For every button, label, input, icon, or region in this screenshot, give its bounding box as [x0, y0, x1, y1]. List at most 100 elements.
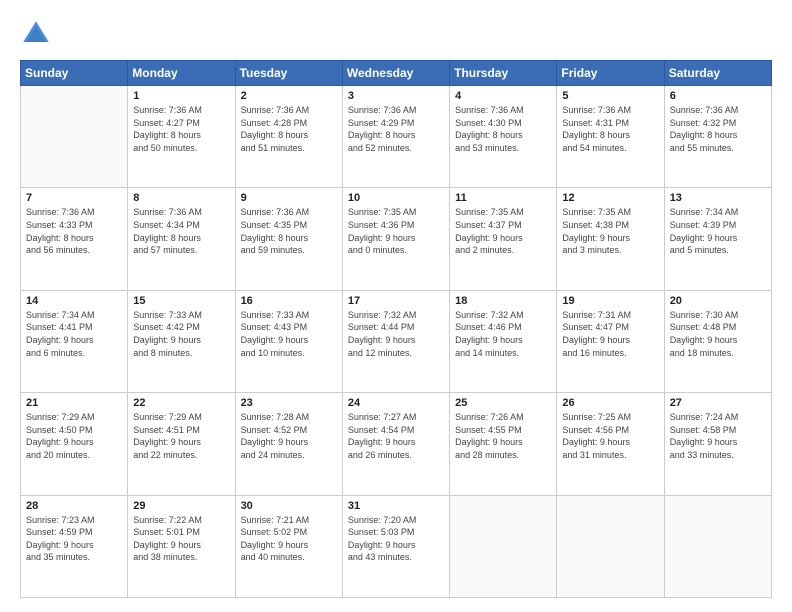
day-number: 11 — [455, 192, 551, 204]
day-info: Sunrise: 7:34 AM Sunset: 4:39 PM Dayligh… — [670, 206, 766, 256]
day-number: 22 — [133, 397, 229, 409]
day-info: Sunrise: 7:23 AM Sunset: 4:59 PM Dayligh… — [26, 514, 122, 564]
day-info: Sunrise: 7:35 AM Sunset: 4:37 PM Dayligh… — [455, 206, 551, 256]
col-header-sunday: Sunday — [21, 61, 128, 86]
day-number: 5 — [562, 90, 658, 102]
calendar-cell: 2Sunrise: 7:36 AM Sunset: 4:28 PM Daylig… — [235, 86, 342, 188]
day-number: 4 — [455, 90, 551, 102]
day-info: Sunrise: 7:21 AM Sunset: 5:02 PM Dayligh… — [241, 514, 337, 564]
day-number: 23 — [241, 397, 337, 409]
day-number: 15 — [133, 295, 229, 307]
calendar-cell: 4 Sunrise: 7:36 AM Sunset: 4:30 PM Daylig… — [450, 86, 557, 188]
calendar-cell: 17 Sunrise: 7:32 AM Sunset: 4:44 PM Dayli… — [342, 290, 449, 392]
day-number: 17 — [348, 295, 444, 307]
calendar-cell: 10 Sunrise: 7:35 AM Sunset: 4:36 PM Dayli… — [342, 188, 449, 290]
day-number: 13 — [670, 192, 766, 204]
calendar-cell: 22Sunrise: 7:29 AM Sunset: 4:51 PM Dayli… — [128, 393, 235, 495]
calendar-cell: 1 Sunrise: 7:36 AM Sunset: 4:27 PM Daylig… — [128, 86, 235, 188]
calendar-cell — [450, 495, 557, 597]
day-number: 10 — [348, 192, 444, 204]
day-number: 30 — [241, 500, 337, 512]
day-number: 18 — [455, 295, 551, 307]
day-info: Sunrise: 7:22 AM Sunset: 5:01 PM Dayligh… — [133, 514, 229, 564]
calendar-cell: 18 Sunrise: 7:32 AM Sunset: 4:46 PM Dayli… — [450, 290, 557, 392]
day-info: Sunrise: 7:33 AM Sunset: 4:43 PM Dayligh… — [241, 309, 337, 359]
calendar-cell: 12Sunrise: 7:35 AM Sunset: 4:38 PM Dayli… — [557, 188, 664, 290]
calendar-cell: 7 Sunrise: 7:36 AM Sunset: 4:33 PM Daylig… — [21, 188, 128, 290]
day-number: 14 — [26, 295, 122, 307]
day-info: Sunrise: 7:28 AM Sunset: 4:52 PM Dayligh… — [241, 411, 337, 461]
week-row-1: 7 Sunrise: 7:36 AM Sunset: 4:33 PM Daylig… — [21, 188, 772, 290]
calendar-cell: 8 Sunrise: 7:36 AM Sunset: 4:34 PM Daylig… — [128, 188, 235, 290]
day-info: Sunrise: 7:26 AM Sunset: 4:55 PM Dayligh… — [455, 411, 551, 461]
col-header-friday: Friday — [557, 61, 664, 86]
day-info: Sunrise: 7:29 AM Sunset: 4:50 PM Dayligh… — [26, 411, 122, 461]
day-number: 6 — [670, 90, 766, 102]
calendar-cell: 11 Sunrise: 7:35 AM Sunset: 4:37 PM Dayli… — [450, 188, 557, 290]
calendar-cell: 30 Sunrise: 7:21 AM Sunset: 5:02 PM Dayli… — [235, 495, 342, 597]
calendar-cell: 3Sunrise: 7:36 AM Sunset: 4:29 PM Daylig… — [342, 86, 449, 188]
day-info: Sunrise: 7:36 AM Sunset: 4:33 PM Dayligh… — [26, 206, 122, 256]
calendar-cell: 25Sunrise: 7:26 AM Sunset: 4:55 PM Dayli… — [450, 393, 557, 495]
week-row-4: 28 Sunrise: 7:23 AM Sunset: 4:59 PM Dayli… — [21, 495, 772, 597]
day-number: 8 — [133, 192, 229, 204]
day-number: 28 — [26, 500, 122, 512]
day-number: 3 — [348, 90, 444, 102]
week-row-3: 21 Sunrise: 7:29 AM Sunset: 4:50 PM Dayli… — [21, 393, 772, 495]
day-info: Sunrise: 7:36 AM Sunset: 4:35 PM Dayligh… — [241, 206, 337, 256]
calendar-cell: 21 Sunrise: 7:29 AM Sunset: 4:50 PM Dayli… — [21, 393, 128, 495]
day-info: Sunrise: 7:35 AM Sunset: 4:36 PM Dayligh… — [348, 206, 444, 256]
week-row-2: 14Sunrise: 7:34 AM Sunset: 4:41 PM Dayli… — [21, 290, 772, 392]
calendar-cell — [557, 495, 664, 597]
day-number: 19 — [562, 295, 658, 307]
page: SundayMondayTuesdayWednesdayThursdayFrid… — [0, 0, 792, 612]
day-info: Sunrise: 7:36 AM Sunset: 4:30 PM Dayligh… — [455, 104, 551, 154]
calendar-cell: 26 Sunrise: 7:25 AM Sunset: 4:56 PM Dayli… — [557, 393, 664, 495]
day-number: 26 — [562, 397, 658, 409]
header — [20, 18, 772, 50]
day-info: Sunrise: 7:36 AM Sunset: 4:32 PM Dayligh… — [670, 104, 766, 154]
day-info: Sunrise: 7:32 AM Sunset: 4:46 PM Dayligh… — [455, 309, 551, 359]
day-info: Sunrise: 7:35 AM Sunset: 4:38 PM Dayligh… — [562, 206, 658, 256]
calendar-cell: 27Sunrise: 7:24 AM Sunset: 4:58 PM Dayli… — [664, 393, 771, 495]
day-number: 24 — [348, 397, 444, 409]
calendar-cell: 20 Sunrise: 7:30 AM Sunset: 4:48 PM Dayli… — [664, 290, 771, 392]
day-info: Sunrise: 7:31 AM Sunset: 4:47 PM Dayligh… — [562, 309, 658, 359]
day-number: 9 — [241, 192, 337, 204]
day-info: Sunrise: 7:36 AM Sunset: 4:31 PM Dayligh… — [562, 104, 658, 154]
day-info: Sunrise: 7:20 AM Sunset: 5:03 PM Dayligh… — [348, 514, 444, 564]
calendar-table: SundayMondayTuesdayWednesdayThursdayFrid… — [20, 60, 772, 598]
col-header-tuesday: Tuesday — [235, 61, 342, 86]
col-header-thursday: Thursday — [450, 61, 557, 86]
day-info: Sunrise: 7:32 AM Sunset: 4:44 PM Dayligh… — [348, 309, 444, 359]
calendar-cell: 6 Sunrise: 7:36 AM Sunset: 4:32 PM Daylig… — [664, 86, 771, 188]
day-info: Sunrise: 7:36 AM Sunset: 4:34 PM Dayligh… — [133, 206, 229, 256]
day-info: Sunrise: 7:36 AM Sunset: 4:27 PM Dayligh… — [133, 104, 229, 154]
calendar-cell: 5 Sunrise: 7:36 AM Sunset: 4:31 PM Daylig… — [557, 86, 664, 188]
day-number: 21 — [26, 397, 122, 409]
calendar-cell: 15Sunrise: 7:33 AM Sunset: 4:42 PM Dayli… — [128, 290, 235, 392]
day-number: 1 — [133, 90, 229, 102]
calendar-cell: 29Sunrise: 7:22 AM Sunset: 5:01 PM Dayli… — [128, 495, 235, 597]
day-info: Sunrise: 7:36 AM Sunset: 4:28 PM Dayligh… — [241, 104, 337, 154]
day-number: 27 — [670, 397, 766, 409]
calendar-cell: 23 Sunrise: 7:28 AM Sunset: 4:52 PM Dayli… — [235, 393, 342, 495]
day-info: Sunrise: 7:27 AM Sunset: 4:54 PM Dayligh… — [348, 411, 444, 461]
calendar-cell: 14Sunrise: 7:34 AM Sunset: 4:41 PM Dayli… — [21, 290, 128, 392]
col-header-monday: Monday — [128, 61, 235, 86]
day-number: 20 — [670, 295, 766, 307]
calendar-cell: 13 Sunrise: 7:34 AM Sunset: 4:39 PM Dayli… — [664, 188, 771, 290]
logo — [20, 18, 58, 50]
header-row: SundayMondayTuesdayWednesdayThursdayFrid… — [21, 61, 772, 86]
calendar-cell: 16Sunrise: 7:33 AM Sunset: 4:43 PM Dayli… — [235, 290, 342, 392]
day-info: Sunrise: 7:25 AM Sunset: 4:56 PM Dayligh… — [562, 411, 658, 461]
calendar-cell: 31Sunrise: 7:20 AM Sunset: 5:03 PM Dayli… — [342, 495, 449, 597]
calendar-cell: 9 Sunrise: 7:36 AM Sunset: 4:35 PM Daylig… — [235, 188, 342, 290]
day-info: Sunrise: 7:30 AM Sunset: 4:48 PM Dayligh… — [670, 309, 766, 359]
col-header-wednesday: Wednesday — [342, 61, 449, 86]
calendar-cell — [664, 495, 771, 597]
calendar-cell: 28 Sunrise: 7:23 AM Sunset: 4:59 PM Dayli… — [21, 495, 128, 597]
col-header-saturday: Saturday — [664, 61, 771, 86]
calendar-cell — [21, 86, 128, 188]
day-number: 7 — [26, 192, 122, 204]
